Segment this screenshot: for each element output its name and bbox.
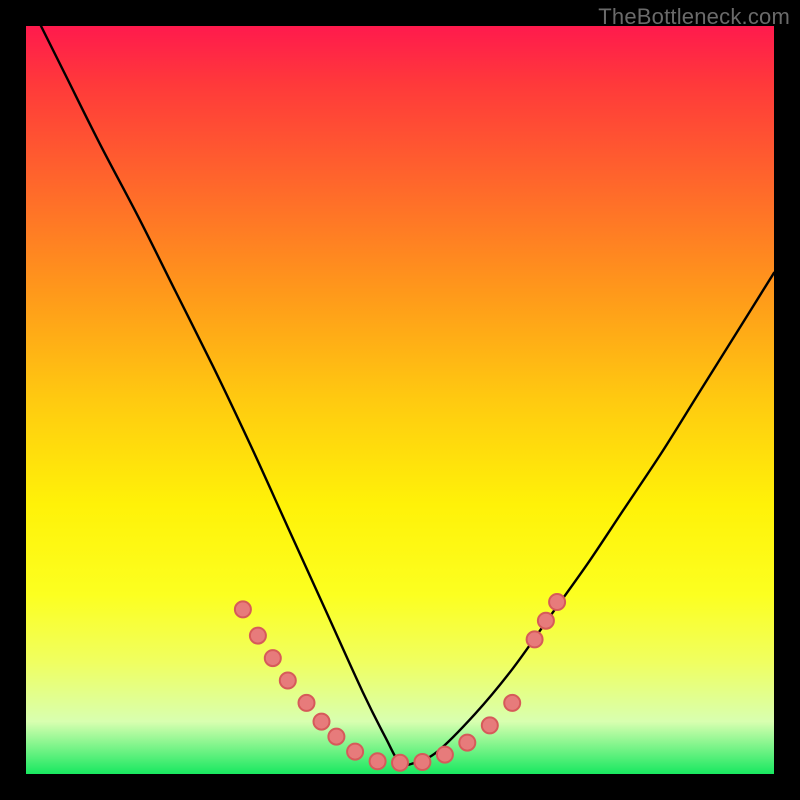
data-point: [549, 594, 565, 610]
data-markers: [235, 594, 565, 771]
chart-frame: [26, 26, 774, 774]
data-point: [437, 747, 453, 763]
data-point: [527, 631, 543, 647]
data-point: [328, 729, 344, 745]
data-point: [482, 717, 498, 733]
chart-svg: [26, 26, 774, 774]
data-point: [414, 754, 430, 770]
data-point: [459, 735, 475, 751]
data-point: [250, 628, 266, 644]
data-point: [392, 755, 408, 771]
data-point: [235, 601, 251, 617]
data-point: [370, 753, 386, 769]
data-point: [538, 613, 554, 629]
data-point: [347, 744, 363, 760]
data-point: [314, 714, 330, 730]
bottleneck-curve: [41, 26, 774, 765]
data-point: [299, 695, 315, 711]
data-point: [265, 650, 281, 666]
data-point: [504, 695, 520, 711]
data-point: [280, 673, 296, 689]
